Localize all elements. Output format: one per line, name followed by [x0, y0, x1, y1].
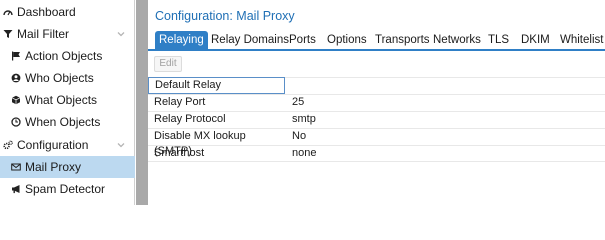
page-title: Configuration: Mail Proxy — [155, 9, 295, 23]
flag-icon — [11, 51, 21, 61]
sidebar-item-mail-filter[interactable]: Mail Filter — [0, 23, 135, 45]
tab-tls[interactable]: TLS — [484, 31, 513, 49]
tab-bar: Relaying Relay Domains Ports Options Tra… — [148, 28, 605, 51]
tab-relaying[interactable]: Relaying — [155, 31, 208, 49]
row-name: Smarthost — [154, 147, 205, 159]
row-value: No — [292, 130, 307, 142]
sidebar-item-label: What Objects — [25, 93, 98, 107]
chevron-down-icon[interactable] — [117, 141, 125, 149]
grid-row-smarthost[interactable]: Smarthost none — [148, 145, 605, 162]
row-name: Relay Port — [154, 96, 206, 108]
user-icon — [11, 73, 21, 83]
tab-ports[interactable]: Ports — [285, 31, 320, 49]
tab-dkim[interactable]: DKIM — [517, 31, 554, 49]
sidebar-item-action-objects[interactable]: Action Objects — [0, 45, 135, 67]
filter-icon — [3, 29, 13, 39]
sidebar-item-label: Spam Detector — [25, 182, 106, 196]
grid-row-relay-port[interactable]: Relay Port 25 — [148, 94, 605, 111]
tab-networks[interactable]: Networks — [429, 31, 485, 49]
tab-options[interactable]: Options — [323, 31, 371, 49]
cube-icon — [11, 95, 21, 105]
row-name: Relay Protocol — [154, 113, 226, 125]
row-name: Disable MX lookup (SMTP) — [154, 130, 246, 157]
grid-row-disable-mx-lookup[interactable]: Disable MX lookup (SMTP) No — [148, 128, 605, 157]
bullhorn-icon — [11, 184, 21, 194]
sidebar-item-configuration[interactable]: Configuration — [0, 134, 135, 156]
row-value: 25 — [292, 96, 305, 108]
chevron-down-icon[interactable] — [117, 30, 125, 38]
sidebar-item-label: Mail Filter — [17, 27, 70, 41]
edit-button[interactable]: Edit — [154, 56, 182, 72]
envelope-icon — [11, 162, 21, 172]
grid-row-relay-protocol[interactable]: Relay Protocol smtp — [148, 111, 605, 128]
sidebar-item-label: When Objects — [25, 115, 101, 129]
cogs-icon — [3, 140, 13, 150]
sidebar-item-when-objects[interactable]: When Objects — [0, 111, 135, 133]
panel-splitter[interactable] — [136, 0, 148, 205]
row-value: none — [292, 147, 317, 159]
sidebar: Dashboard Mail Filter Action Objects Who… — [0, 0, 135, 205]
sidebar-item-who-objects[interactable]: Who Objects — [0, 67, 135, 89]
sidebar-item-spam-detector[interactable]: Spam Detector — [0, 178, 135, 200]
sidebar-item-mail-proxy[interactable]: Mail Proxy — [0, 156, 135, 178]
row-name: Default Relay — [148, 77, 285, 94]
main-panel: Configuration: Mail Proxy Relaying Relay… — [148, 0, 605, 205]
sidebar-item-label: Mail Proxy — [25, 160, 82, 174]
sidebar-item-label: Action Objects — [25, 49, 103, 63]
tab-whitelist[interactable]: Whitelist — [556, 31, 605, 49]
sidebar-item-label: Who Objects — [25, 71, 94, 85]
tab-relay-domains[interactable]: Relay Domains — [207, 31, 293, 49]
clock-icon — [11, 117, 21, 127]
sidebar-item-what-objects[interactable]: What Objects — [0, 89, 135, 111]
tab-transports[interactable]: Transports — [371, 31, 434, 49]
sidebar-item-dashboard[interactable]: Dashboard — [0, 1, 135, 23]
row-value: smtp — [292, 113, 316, 125]
dashboard-icon — [3, 7, 13, 17]
grid-row-default-relay[interactable]: Default Relay — [148, 77, 605, 94]
sidebar-item-label: Configuration — [17, 138, 89, 152]
sidebar-item-label: Dashboard — [17, 5, 76, 19]
